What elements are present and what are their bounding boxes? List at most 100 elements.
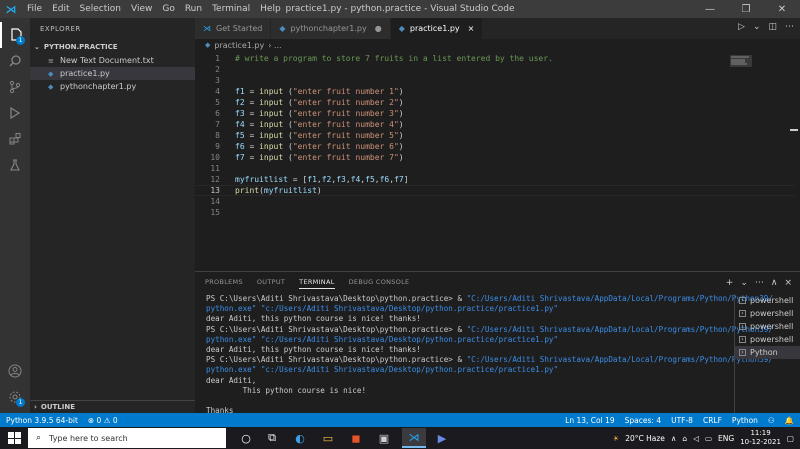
close-panel-icon[interactable]: ×	[784, 278, 792, 288]
run-debug-icon[interactable]	[0, 100, 30, 126]
language-mode[interactable]: Python	[732, 416, 758, 425]
code-token: f6	[379, 175, 390, 184]
accounts-icon[interactable]	[0, 358, 30, 384]
cortana-icon[interactable]: ○	[234, 428, 258, 448]
code-line[interactable]: 3	[195, 75, 220, 86]
more-actions-icon[interactable]: ⋯	[785, 22, 794, 32]
tab-terminal[interactable]: TERMINAL	[299, 278, 335, 289]
code-editor[interactable]: 1 # write a program to store 7 fruits in …	[195, 51, 800, 271]
code-line[interactable]: 13 print(myfruitlist)	[195, 185, 321, 196]
vscode-taskbar-icon[interactable]: ⋊	[402, 428, 426, 448]
tab-output[interactable]: OUTPUT	[257, 278, 285, 288]
code-line[interactable]: 15	[195, 207, 220, 218]
problems-count[interactable]: ⊗ 0 ⚠ 0	[88, 416, 118, 425]
testing-icon[interactable]	[0, 152, 30, 178]
code-text: # write a program to store 7 fruits in a…	[235, 53, 553, 64]
tab-get-started[interactable]: ⋊ Get Started	[195, 18, 272, 39]
network-icon[interactable]: ⌂	[682, 434, 687, 443]
code-line[interactable]: 14	[195, 196, 220, 207]
code-line[interactable]: 2	[195, 64, 220, 75]
menu-help[interactable]: Help	[255, 4, 286, 14]
minimize-icon[interactable]: —	[692, 0, 728, 18]
code-line[interactable]: 4 f1 = input ("enter fruit number 1")	[195, 86, 403, 97]
tab-pythonchapter1[interactable]: ◆ pythonchapter1.py ●	[271, 18, 391, 39]
keyboard-language[interactable]: ENG	[718, 434, 734, 443]
panel-more-icon[interactable]: ⋯	[755, 278, 764, 288]
scrollbar-marker[interactable]	[790, 129, 798, 131]
terminal-instance[interactable]: › powershell	[735, 333, 800, 346]
terminal-instance[interactable]: › powershell	[735, 294, 800, 307]
weather-text[interactable]: 20°C Haze	[625, 434, 665, 443]
breadcrumb-rest[interactable]: › ...	[268, 41, 281, 50]
line-number: 8	[215, 131, 220, 140]
code-line[interactable]: 9 f6 = input ("enter fruit number 6")	[195, 141, 403, 152]
notifications-bell-icon[interactable]: 🔔	[785, 416, 794, 425]
powershell-icon[interactable]: ▶	[430, 428, 454, 448]
menu-selection[interactable]: Selection	[75, 4, 126, 14]
code-line[interactable]: 1 # write a program to store 7 fruits in …	[195, 53, 553, 64]
notification-center-icon[interactable]: ▢	[787, 434, 794, 443]
new-terminal-icon[interactable]: +	[726, 278, 734, 288]
file-practice1[interactable]: ◆ practice1.py	[30, 67, 195, 80]
source-control-icon[interactable]	[0, 74, 30, 100]
code-line[interactable]: 8 f5 = input ("enter fruit number 5")	[195, 130, 403, 141]
explorer-icon[interactable]: 1	[0, 22, 30, 48]
folder-section[interactable]: ⌄ PYTHON.PRACTICE	[30, 40, 195, 54]
breadcrumb-file[interactable]: practice1.py	[214, 41, 264, 50]
code-line[interactable]: 12 myfruitlist = [f1,f2,f3,f4,f5,f6,f7]	[195, 174, 408, 185]
task-view-icon[interactable]: ⧉	[260, 428, 284, 448]
unsaved-dot-icon[interactable]: ●	[375, 24, 382, 33]
taskbar-search[interactable]: ⌕ Type here to search	[28, 428, 226, 448]
menu-go[interactable]: Go	[157, 4, 179, 14]
speaker-icon[interactable]: ◁	[693, 434, 699, 443]
edge-icon[interactable]: ◐	[288, 428, 312, 448]
line-ending[interactable]: CRLF	[703, 416, 722, 425]
python-interpreter[interactable]: Python 3.9.5 64-bit	[6, 416, 78, 425]
tray-chevron-icon[interactable]: ∧	[671, 434, 677, 443]
tab-practice1[interactable]: ◆ practice1.py ×	[390, 18, 484, 39]
tab-debug-console[interactable]: DEBUG CONSOLE	[349, 278, 410, 288]
terminal-instance[interactable]: › powershell	[735, 320, 800, 333]
weather-icon[interactable]: ☀	[612, 434, 619, 443]
code-token: input	[259, 142, 284, 151]
menu-terminal[interactable]: Terminal	[207, 4, 255, 14]
manage-gear-icon[interactable]: 1	[0, 384, 30, 410]
file-new-text-document[interactable]: ≡ New Text Document.txt	[30, 54, 195, 67]
code-line[interactable]: 5 f2 = input ("enter fruit number 2")	[195, 97, 403, 108]
terminal-instance[interactable]: › powershell	[735, 307, 800, 320]
clock[interactable]: 11:19 10-12-2021	[740, 429, 781, 447]
terminal-dropdown-icon[interactable]: ⌄	[740, 278, 748, 288]
minimap[interactable]	[730, 55, 752, 67]
outline-section[interactable]: › OUTLINE	[30, 400, 195, 413]
code-line[interactable]: 7 f4 = input ("enter fruit number 4")	[195, 119, 403, 130]
windows-start-icon[interactable]	[8, 432, 22, 444]
menu-file[interactable]: File	[22, 4, 47, 14]
close-icon[interactable]: ✕	[764, 0, 800, 18]
search-icon[interactable]	[0, 48, 30, 74]
terminal-instance[interactable]: › Python	[735, 346, 800, 359]
run-dropdown-icon[interactable]: ⌄	[753, 22, 761, 32]
store-icon[interactable]: ▣	[372, 428, 396, 448]
battery-icon[interactable]: ▭	[705, 434, 712, 443]
code-line[interactable]: 11	[195, 163, 220, 174]
tab-problems[interactable]: PROBLEMS	[205, 278, 243, 288]
maximize-icon[interactable]: ❐	[728, 0, 764, 18]
cursor-position[interactable]: Ln 13, Col 19	[565, 416, 614, 425]
code-line[interactable]: 6 f3 = input ("enter fruit number 3")	[195, 108, 403, 119]
office-icon[interactable]: ◼	[344, 428, 368, 448]
maximize-panel-icon[interactable]: ∧	[771, 278, 778, 288]
menu-run[interactable]: Run	[180, 4, 207, 14]
window-controls: — ❐ ✕	[692, 0, 800, 18]
file-explorer-icon[interactable]: ▭	[316, 428, 340, 448]
extensions-icon[interactable]	[0, 126, 30, 152]
feedback-icon[interactable]: ⚇	[768, 416, 775, 425]
file-pythonchapter1[interactable]: ◆ pythonchapter1.py	[30, 80, 195, 93]
menu-view[interactable]: View	[126, 4, 157, 14]
split-editor-icon[interactable]: ◫	[768, 22, 777, 32]
close-tab-icon[interactable]: ×	[468, 24, 475, 33]
indentation[interactable]: Spaces: 4	[625, 416, 661, 425]
encoding[interactable]: UTF-8	[671, 416, 693, 425]
code-line[interactable]: 10 f7 = input ("enter fruit number 7")	[195, 152, 403, 163]
menu-edit[interactable]: Edit	[47, 4, 74, 14]
run-file-icon[interactable]: ▷	[738, 22, 745, 32]
